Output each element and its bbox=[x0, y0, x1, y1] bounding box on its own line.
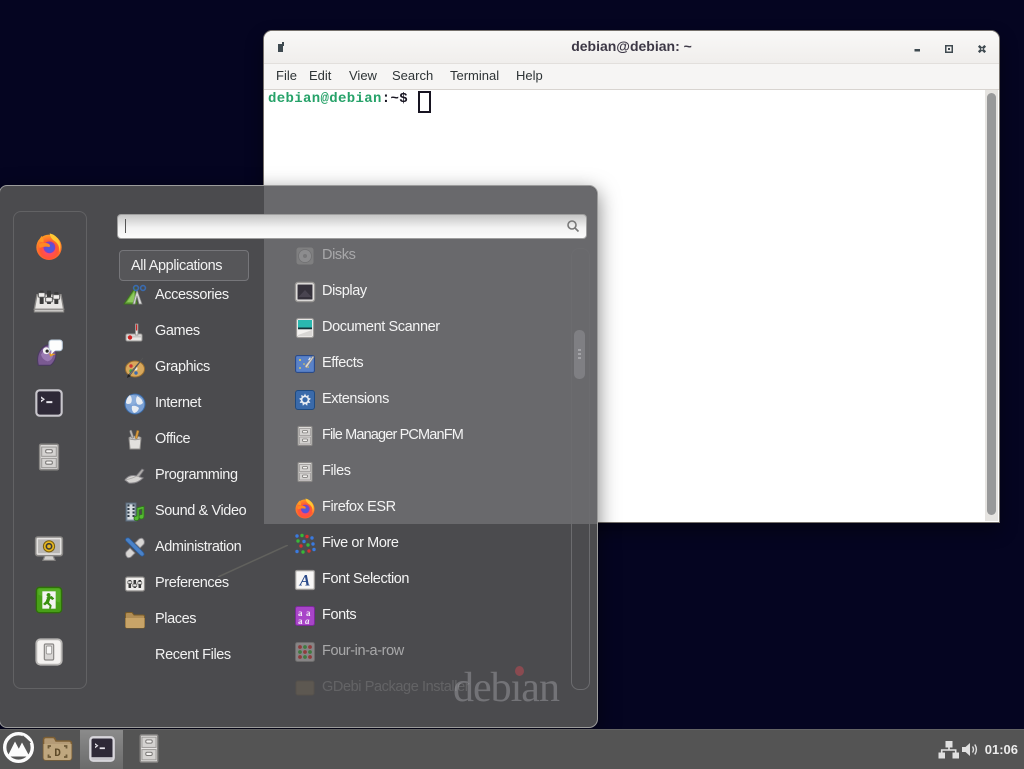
svg-text:a: a bbox=[305, 616, 310, 626]
svg-text:a: a bbox=[298, 616, 303, 626]
svg-text:A: A bbox=[299, 573, 311, 590]
svg-text:D: D bbox=[54, 748, 61, 760]
